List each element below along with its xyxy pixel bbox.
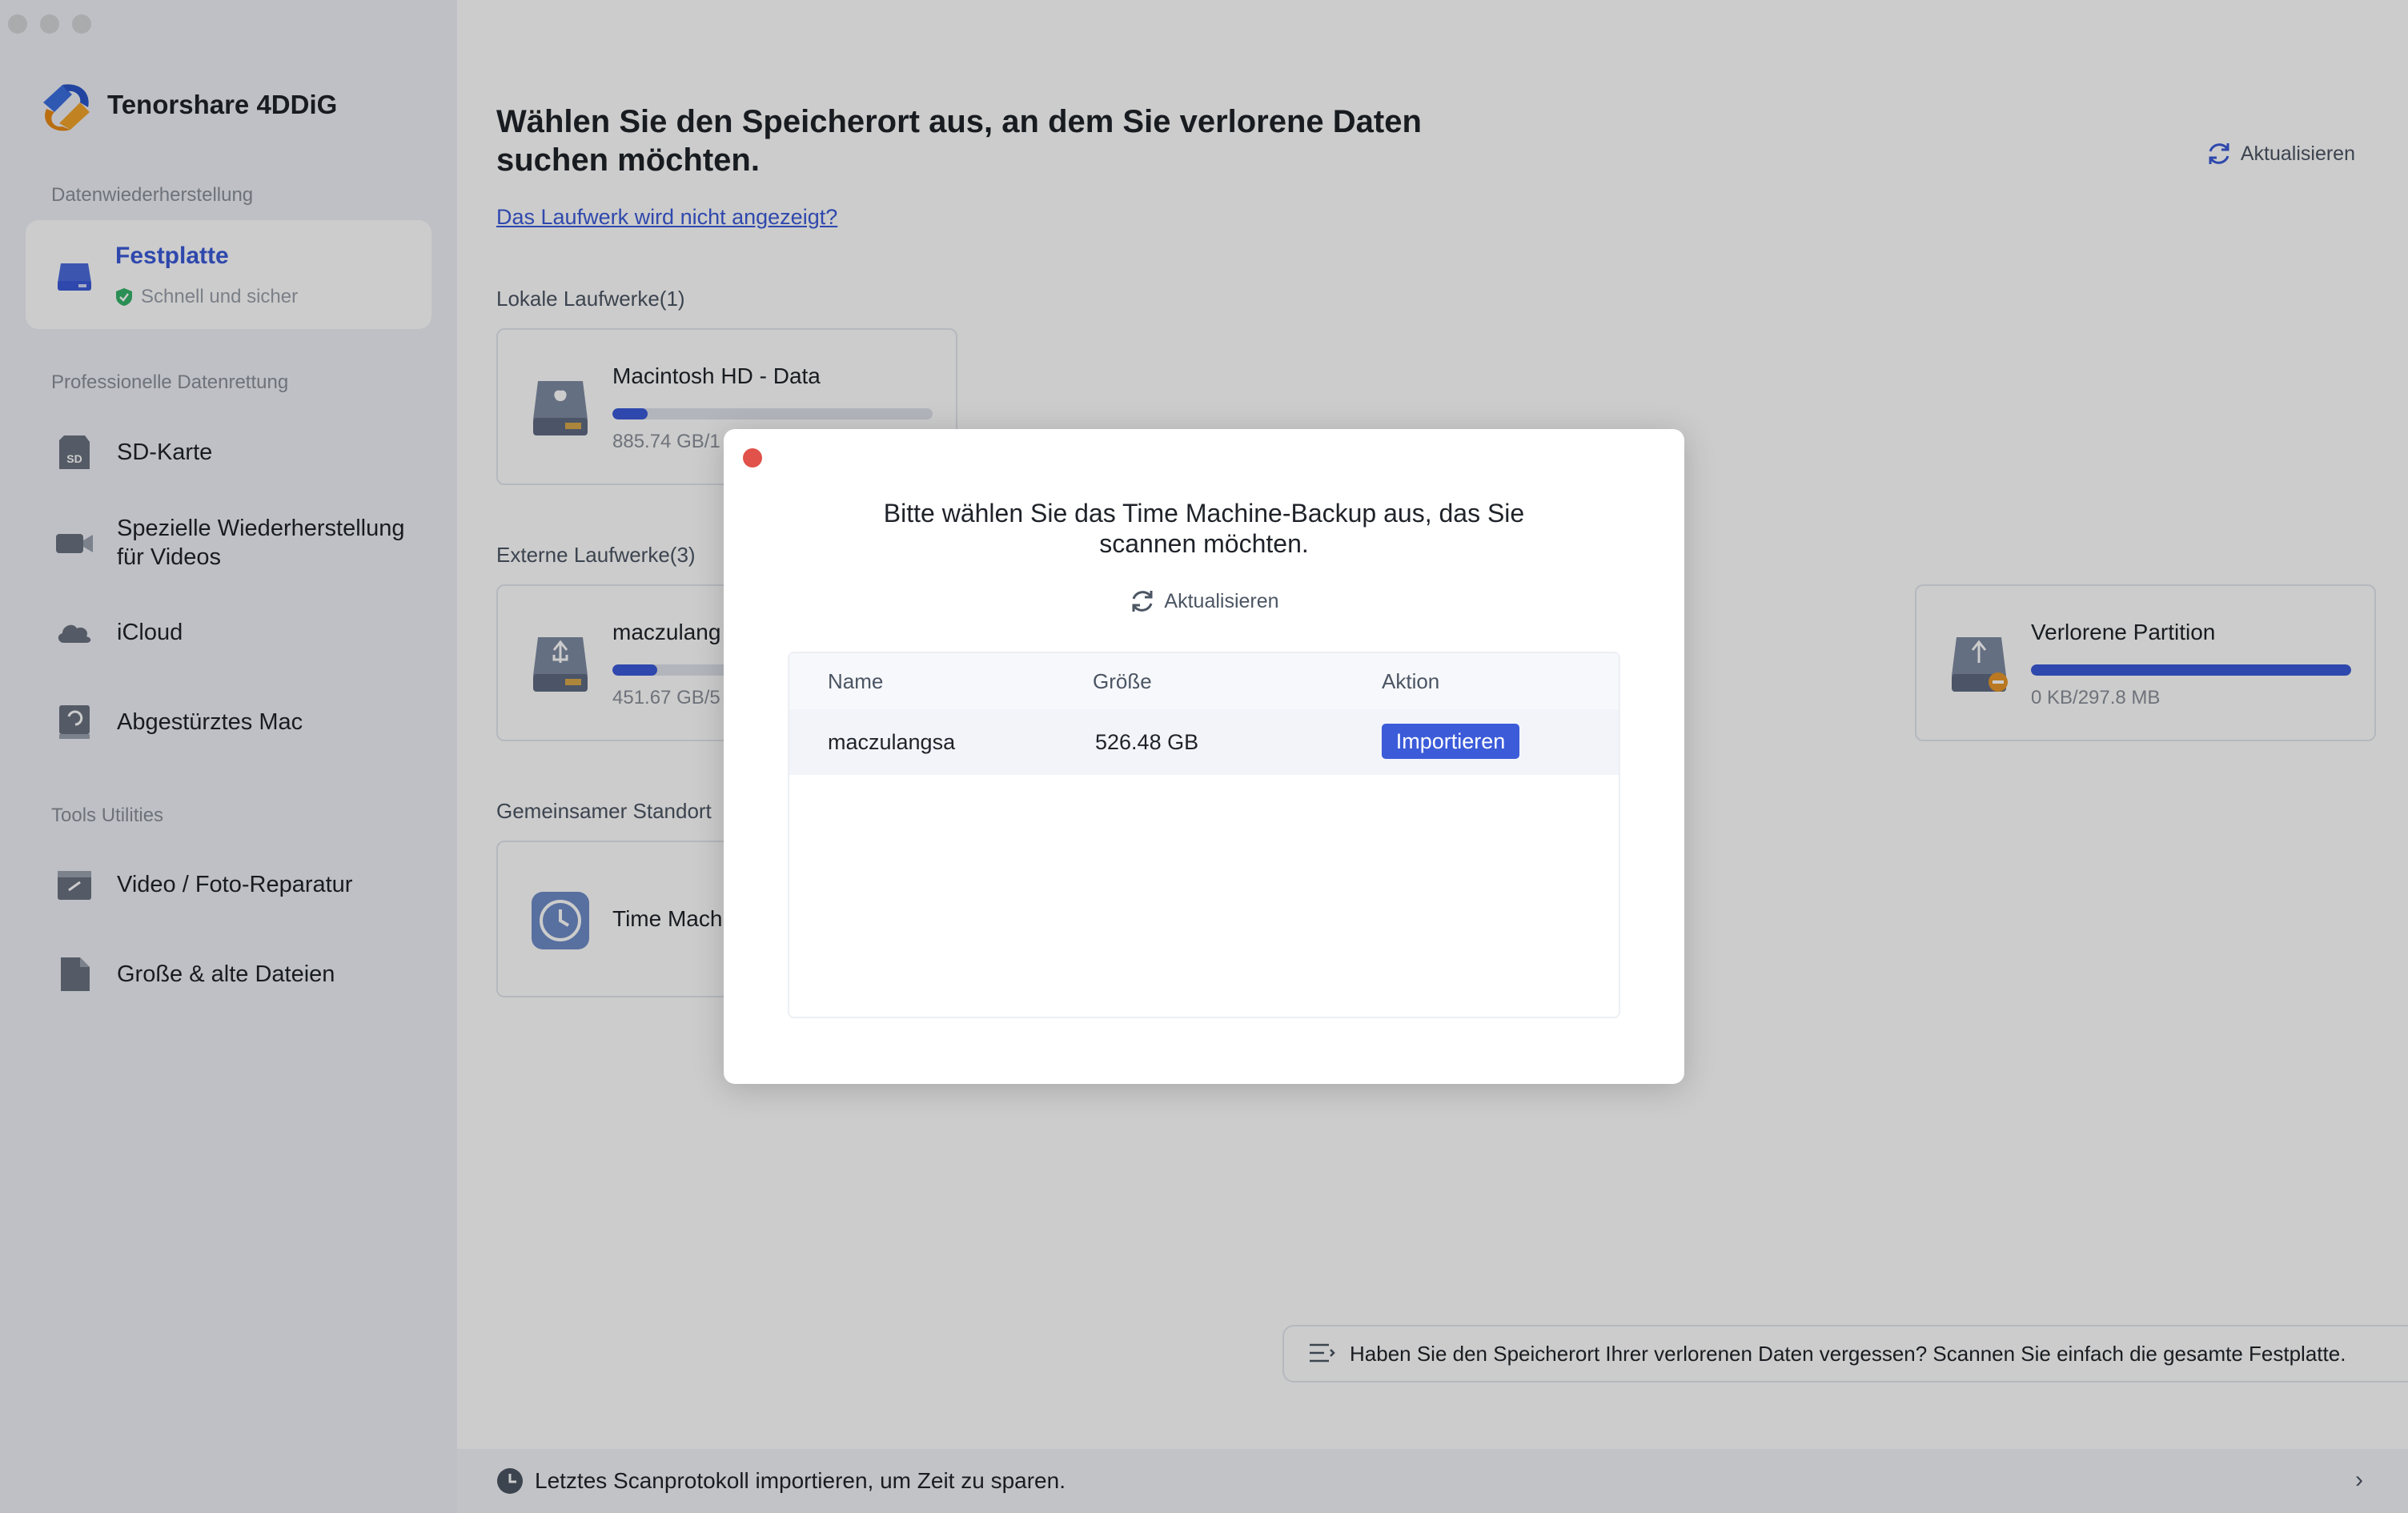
import-button[interactable]: Importieren bbox=[1382, 724, 1519, 759]
dialog-close-button[interactable] bbox=[743, 448, 762, 468]
table-header: Name Größe Aktion bbox=[789, 653, 1619, 709]
backup-name: maczulangsa bbox=[828, 730, 956, 754]
backup-table: Name Größe Aktion maczulangsa 526.48 GB … bbox=[788, 652, 1620, 1018]
column-header-name: Name bbox=[828, 669, 884, 693]
backup-size: 526.48 GB bbox=[1095, 730, 1199, 754]
column-header-size: Größe bbox=[1093, 669, 1152, 693]
table-row[interactable]: maczulangsa 526.48 GB Importieren bbox=[789, 709, 1619, 775]
refresh-icon bbox=[1132, 591, 1153, 612]
time-machine-dialog: Bitte wählen Sie das Time Machine-Backup… bbox=[724, 429, 1684, 1084]
dialog-refresh-button[interactable]: Aktualisieren bbox=[724, 588, 1684, 615]
dialog-title: Bitte wählen Sie das Time Machine-Backup… bbox=[883, 499, 1525, 558]
column-header-action: Aktion bbox=[1382, 669, 1440, 693]
